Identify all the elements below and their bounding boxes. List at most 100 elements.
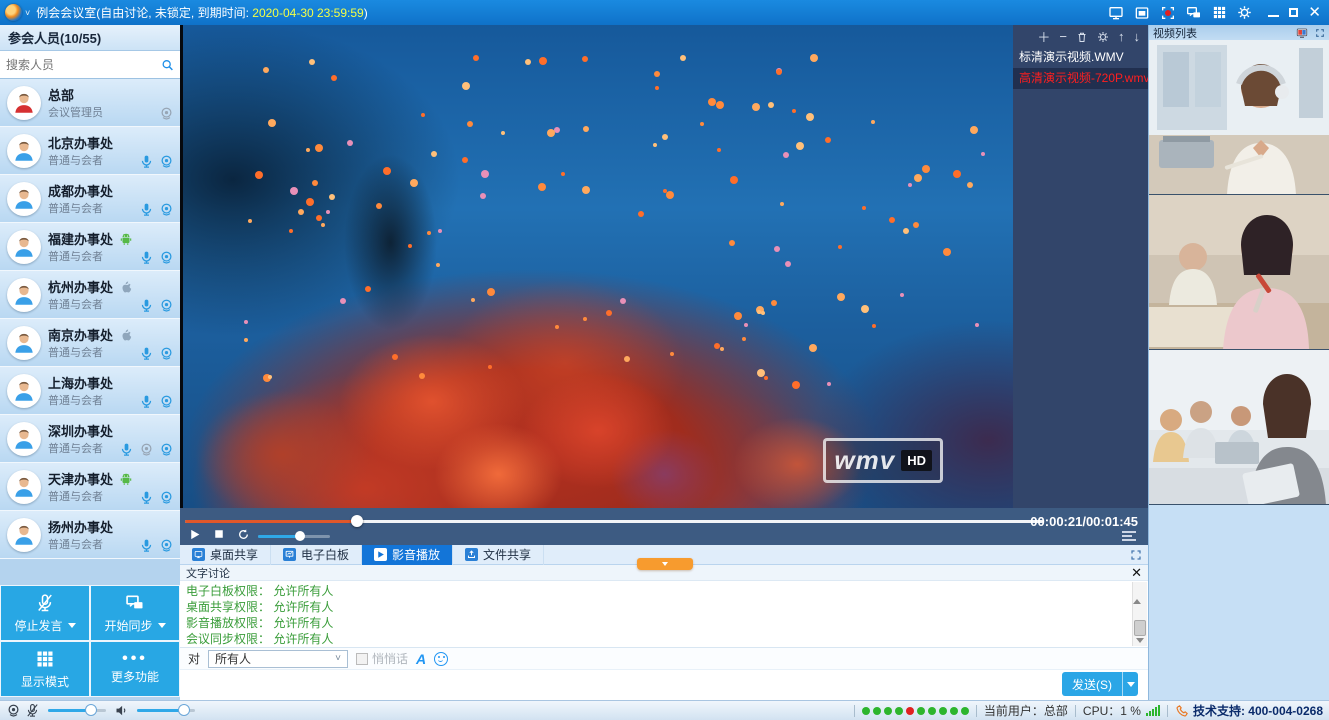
video-canvas[interactable]: wmv HD: [183, 25, 1013, 508]
playlist-add-icon[interactable]: ＋: [1037, 27, 1050, 46]
record-icon[interactable]: [1160, 5, 1176, 21]
seek-thumb[interactable]: [351, 515, 363, 527]
participant-row[interactable]: 深圳办事处 普通与会者: [0, 415, 180, 463]
playlist-move-up-icon[interactable]: ↑: [1118, 29, 1125, 44]
participant-row[interactable]: 天津办事处 普通与会者: [0, 463, 180, 511]
volume-thumb[interactable]: [295, 531, 305, 541]
emoji-icon[interactable]: [434, 652, 448, 666]
camera-gray-icon[interactable]: [139, 442, 154, 457]
apple-platform-icon: [119, 326, 133, 344]
participant-row[interactable]: 扬州办事处 普通与会者: [0, 511, 180, 559]
chat-message: 会议同步权限： 允许所有人: [186, 631, 1124, 647]
participant-row[interactable]: 成都办事处 普通与会者: [0, 175, 180, 223]
action-button-label: 更多功能: [111, 668, 159, 685]
mic-volume-slider[interactable]: [48, 709, 106, 712]
participant-row[interactable]: 福建办事处 普通与会者: [0, 223, 180, 271]
stop-button[interactable]: [213, 528, 225, 540]
chat-expand-icon[interactable]: [1130, 548, 1142, 562]
participant-role: 普通与会者: [48, 200, 103, 216]
playlist-remove-icon[interactable]: −: [1059, 29, 1067, 44]
minimize-button[interactable]: [1268, 8, 1279, 17]
mic-icon[interactable]: [139, 346, 154, 361]
tab-media-play[interactable]: 影音播放: [362, 545, 453, 565]
player-volume-slider[interactable]: [258, 535, 330, 538]
settings-gear-icon[interactable]: [1237, 5, 1252, 20]
playlist-move-down-icon[interactable]: ↓: [1134, 29, 1141, 44]
participant-row[interactable]: 北京办事处 普通与会者: [0, 127, 180, 175]
send-options-arrow[interactable]: [1122, 672, 1138, 696]
local-camera-icon[interactable]: [6, 703, 21, 718]
tab-file-share[interactable]: 文件共享: [453, 545, 544, 565]
camera-icon[interactable]: [159, 154, 174, 169]
participant-role: 普通与会者: [48, 536, 103, 552]
camera-icon[interactable]: [159, 490, 174, 505]
close-button[interactable]: ✕: [1308, 7, 1321, 19]
action-button[interactable]: 开始同步: [91, 586, 179, 640]
participant-name: 杭州办事处: [48, 277, 113, 296]
mic-icon[interactable]: [139, 490, 154, 505]
camera-icon[interactable]: [159, 394, 174, 409]
seek-bar[interactable]: [185, 520, 1043, 523]
playlist-file[interactable]: 标清演示视频.WMV: [1013, 47, 1148, 68]
main-menu-chevron-icon[interactable]: ˅: [25, 8, 30, 18]
dropdown-arrow-icon[interactable]: [68, 623, 76, 628]
avatar: [7, 470, 41, 504]
mic-icon[interactable]: [139, 202, 154, 217]
recipient-dropdown[interactable]: 所有人˅: [208, 650, 348, 668]
camera-icon[interactable]: [159, 442, 174, 457]
avatar: [7, 182, 41, 216]
search-input[interactable]: [6, 58, 161, 72]
video-mode-icon[interactable]: [1295, 26, 1309, 38]
action-button[interactable]: 停止发言: [1, 586, 89, 640]
playlist-toggle-icon[interactable]: [1122, 531, 1136, 541]
local-mic-muted-icon[interactable]: [25, 703, 40, 718]
pulldown-handle[interactable]: [637, 558, 693, 570]
camera-icon[interactable]: [159, 538, 174, 553]
camera-icon[interactable]: [159, 346, 174, 361]
network-sync-icon[interactable]: [1186, 5, 1202, 21]
participant-row[interactable]: 上海办事处 普通与会者: [0, 367, 180, 415]
playlist-trash-icon[interactable]: [1076, 29, 1088, 44]
camera-icon[interactable]: [159, 202, 174, 217]
play-button[interactable]: [188, 528, 201, 541]
playlist-settings-icon[interactable]: [1097, 29, 1109, 44]
mic-icon[interactable]: [139, 394, 154, 409]
app-share-icon[interactable]: [1134, 5, 1150, 21]
maximize-button[interactable]: [1289, 8, 1298, 17]
mic-icon[interactable]: [139, 154, 154, 169]
participant-row[interactable]: 杭州办事处 普通与会者: [0, 271, 180, 319]
mic-icon[interactable]: [139, 298, 154, 313]
camera-icon[interactable]: [159, 298, 174, 313]
mic-icon[interactable]: [139, 250, 154, 265]
dropdown-arrow-icon[interactable]: [158, 623, 166, 628]
action-button[interactable]: 显示模式: [1, 642, 89, 696]
replay-button[interactable]: [237, 528, 250, 541]
mic-icon[interactable]: [119, 442, 134, 457]
font-button[interactable]: A: [416, 651, 426, 667]
participant-row[interactable]: 总部 会议管理员: [0, 79, 180, 127]
action-button[interactable]: ••• 更多功能: [91, 642, 179, 696]
video-thumbnail[interactable]: [1149, 350, 1329, 505]
whisper-checkbox[interactable]: [356, 653, 368, 665]
panel-expand-icon[interactable]: [1315, 27, 1325, 39]
participant-row[interactable]: 南京办事处 普通与会者: [0, 319, 180, 367]
chat-close-icon[interactable]: ✕: [1131, 568, 1142, 578]
speaker-volume-slider[interactable]: [137, 709, 195, 712]
video-thumbnail[interactable]: [1149, 195, 1329, 350]
mic-icon[interactable]: [139, 538, 154, 553]
send-button[interactable]: 发送(S): [1062, 672, 1122, 696]
chat-input-area[interactable]: 发送(S): [180, 670, 1148, 700]
participant-name: 成都办事处: [48, 181, 113, 200]
camera-icon[interactable]: [159, 250, 174, 265]
tab-desktop-share[interactable]: 桌面共享: [180, 545, 271, 565]
search-icon[interactable]: [161, 57, 174, 73]
playlist-file[interactable]: 高清演示视频-720P.wmv删除: [1013, 68, 1148, 89]
camera-gray-icon[interactable]: [159, 106, 174, 121]
screen-share-icon[interactable]: [1108, 5, 1124, 21]
video-thumbnail[interactable]: [1149, 40, 1329, 195]
speaker-icon[interactable]: [114, 703, 129, 718]
title-bar: ˅ 例会会议室(自由讨论, 未锁定, 到期时间: 2020-04-30 23:5…: [0, 0, 1329, 25]
tab-whiteboard[interactable]: 电子白板: [271, 545, 362, 565]
chat-scrollbar[interactable]: [1132, 582, 1147, 646]
display-grid-icon[interactable]: [1212, 5, 1227, 20]
